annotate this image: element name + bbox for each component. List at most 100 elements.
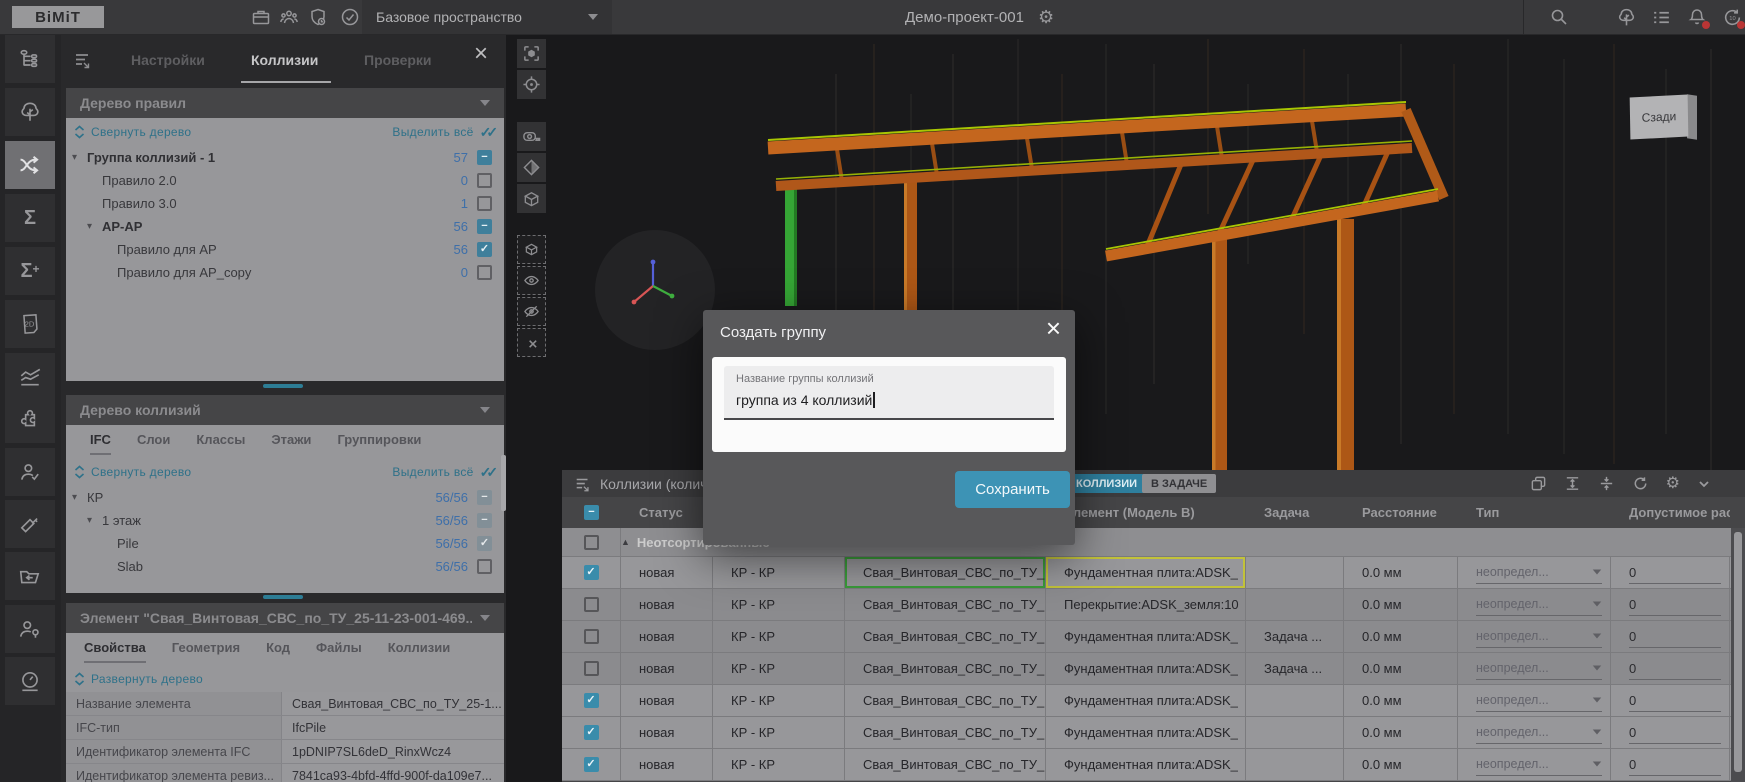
history-icon[interactable]: 10: [1722, 7, 1742, 27]
table-row[interactable]: ✓новаяКР - КРСвая_Винтовая_СВС_по_ТУ_Фун…: [562, 557, 1745, 589]
close-dialog-icon[interactable]: ×: [1046, 315, 1061, 341]
collapse-tree-link[interactable]: Свернуть дерево: [91, 465, 191, 479]
group-name-field[interactable]: Название группы коллизий группа из 4 кол…: [724, 366, 1054, 420]
chevron-down-icon[interactable]: [1697, 477, 1711, 491]
workspace-select[interactable]: Базовое пространство: [362, 0, 612, 34]
checkbox[interactable]: ✓: [477, 242, 492, 257]
sidebar-item-calculations-plus[interactable]: Σ+: [5, 247, 55, 295]
close-panel-icon[interactable]: ×: [474, 42, 488, 66]
row-select-cell[interactable]: ✓: [562, 749, 621, 780]
multi-select-icon[interactable]: [574, 475, 592, 493]
element-header[interactable]: Элемент "Свая_Винтовая_СВС_по_ТУ_25-11-2…: [66, 603, 504, 633]
checkbox[interactable]: −: [477, 150, 492, 165]
property-value[interactable]: 1pDNIP7SL6deD_RinxWcz4: [282, 740, 504, 763]
table-row[interactable]: новаяКР - КРСвая_Винтовая_СВС_по_ТУ_Фунд…: [562, 621, 1745, 653]
measure-tape-icon[interactable]: [517, 122, 546, 151]
locate-target-icon[interactable]: [517, 70, 546, 99]
sidebar-item-dashboard[interactable]: [5, 657, 55, 705]
row-checkbox[interactable]: ✓: [584, 725, 599, 740]
sidebar-item-calculations[interactable]: Σ: [5, 194, 55, 242]
select-all-checkbox[interactable]: −: [584, 505, 599, 520]
type-select[interactable]: неопредел...: [1476, 690, 1602, 712]
shield-icon[interactable]: [308, 7, 328, 27]
column-element-b[interactable]: Элемент (Модель В): [1046, 505, 1246, 520]
sidebar-item-structure-tree[interactable]: [5, 35, 55, 83]
checkbox[interactable]: [477, 265, 492, 280]
select-all-link[interactable]: Выделить всё: [392, 465, 473, 479]
subtab-collisions[interactable]: Коллизии: [388, 640, 451, 661]
tab-collisions[interactable]: Коллизии: [251, 52, 318, 68]
briefcase-icon[interactable]: [251, 7, 271, 27]
row-select-cell[interactable]: ✓: [562, 557, 621, 588]
sidebar-item-construction[interactable]: [5, 500, 55, 548]
table-row[interactable]: ✓новаяКР - КРСвая_Винтовая_СВС_по_ТУ_Фун…: [562, 685, 1745, 717]
allowed-input[interactable]: 0: [1629, 562, 1721, 584]
sidebar-item-user-location[interactable]: [5, 605, 55, 653]
subtab-floors[interactable]: Этажи: [271, 432, 311, 453]
isolate-selection-icon[interactable]: [517, 235, 546, 264]
checkbox[interactable]: [477, 173, 492, 188]
property-value[interactable]: 7841ca93-4bfd-4ffd-900f-da109e7...: [282, 764, 504, 782]
tree-row[interactable]: ▾КР56/56−: [66, 486, 504, 509]
duplicate-icon[interactable]: [1530, 475, 1547, 492]
list-icon[interactable]: [1651, 7, 1671, 27]
collapse-tree-link[interactable]: Свернуть дерево: [91, 125, 191, 139]
property-value[interactable]: IfcPile: [282, 716, 504, 739]
tree-icon[interactable]: [1616, 7, 1636, 27]
tree-row[interactable]: ▾Группа коллизий - 157−: [66, 146, 504, 169]
row-checkbox[interactable]: ✓: [584, 693, 599, 708]
column-distance[interactable]: Расстояние: [1344, 505, 1458, 520]
tab-checks[interactable]: Проверки: [364, 52, 432, 68]
subtab-geometry[interactable]: Геометрия: [172, 640, 240, 661]
allowed-input[interactable]: 0: [1629, 626, 1721, 648]
allowed-input[interactable]: 0: [1629, 594, 1721, 616]
sidebar-item-charts[interactable]: [5, 353, 55, 401]
multi-select-icon[interactable]: [73, 50, 93, 70]
row-checkbox[interactable]: ✓: [584, 757, 599, 772]
allowed-input[interactable]: 0: [1629, 658, 1721, 680]
row-checkbox[interactable]: [584, 597, 599, 612]
checkbox[interactable]: ✓: [477, 536, 492, 551]
row-select-cell[interactable]: [562, 621, 621, 652]
rules-tree-header[interactable]: Дерево правил: [66, 88, 504, 118]
type-select[interactable]: неопредел...: [1476, 754, 1602, 776]
type-select[interactable]: неопредел...: [1476, 658, 1602, 680]
tree-row[interactable]: ▾АР-АР56−: [66, 215, 504, 238]
view-cube[interactable]: Сзади: [1624, 90, 1708, 146]
expander-icon[interactable]: ▾: [87, 221, 102, 232]
row-checkbox[interactable]: ✓: [584, 565, 599, 580]
type-select[interactable]: неопредел...: [1476, 626, 1602, 648]
subtab-files[interactable]: Файлы: [316, 640, 362, 661]
collapse-group-icon[interactable]: ▲: [621, 537, 630, 547]
to-task-button[interactable]: В ЗАДАЧЕ: [1142, 474, 1216, 493]
row-select-cell[interactable]: [562, 589, 621, 620]
row-checkbox[interactable]: [584, 661, 599, 676]
column-type[interactable]: Тип: [1458, 505, 1611, 520]
row-select-cell[interactable]: ✓: [562, 685, 621, 716]
row-checkbox[interactable]: [584, 629, 599, 644]
allowed-input[interactable]: 0: [1629, 754, 1721, 776]
checkbox[interactable]: [477, 559, 492, 574]
search-icon[interactable]: [1549, 7, 1569, 27]
table-row[interactable]: новаяКР - КРСвая_Винтовая_СВС_по_ТУ_Пере…: [562, 589, 1745, 621]
sidebar-item-2d-view[interactable]: 2D: [5, 300, 55, 348]
checkbox[interactable]: −: [477, 490, 492, 505]
subtab-ifc[interactable]: IFC: [90, 432, 111, 455]
table-row[interactable]: новаяКР - КРСвая_Винтовая_СВС_по_ТУ_Фунд…: [562, 653, 1745, 685]
section-resize-handle[interactable]: [263, 595, 303, 599]
expander-icon[interactable]: ▾: [87, 515, 102, 526]
section-box-icon[interactable]: [517, 184, 546, 213]
checkbox[interactable]: [477, 196, 492, 211]
group-checkbox[interactable]: [584, 535, 599, 550]
bell-icon[interactable]: [1687, 7, 1707, 27]
tree-row[interactable]: Pile56/56✓: [66, 532, 504, 555]
expander-icon[interactable]: ▾: [72, 492, 87, 503]
collapse-rows-icon[interactable]: [1598, 475, 1615, 492]
view-cube-face[interactable]: Сзади: [1630, 94, 1689, 139]
type-select[interactable]: неопредел...: [1476, 594, 1602, 616]
property-value[interactable]: Свая_Винтовая_СВС_по_ТУ_25-1...: [282, 692, 504, 715]
tree-row[interactable]: Правило 3.01: [66, 192, 504, 215]
checkbox[interactable]: −: [477, 219, 492, 234]
show-selection-icon[interactable]: [517, 266, 546, 295]
focus-selection-icon[interactable]: [517, 39, 546, 68]
